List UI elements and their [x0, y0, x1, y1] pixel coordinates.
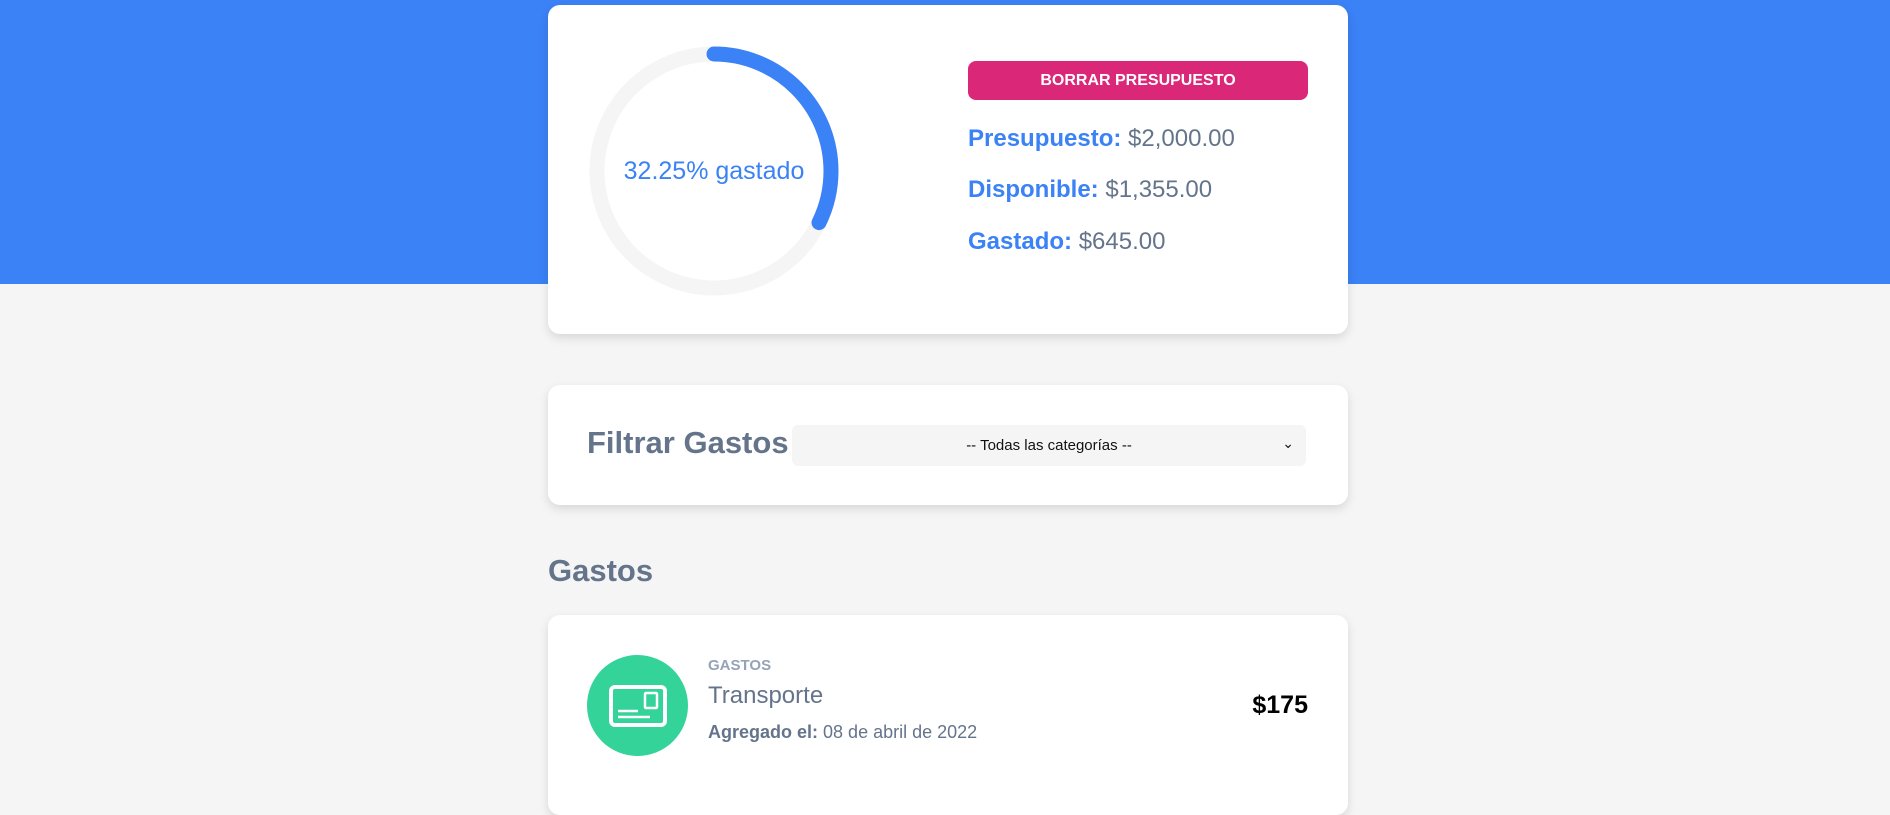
expense-date-label: Agregado el: [708, 722, 819, 742]
budget-stat: Presupuesto: $2,000.00 [968, 125, 1235, 153]
expense-name: Transporte [708, 682, 824, 709]
budget-progress-circle: 32.25% gastado [586, 43, 842, 299]
spent-stat: Gastado: $645.00 [968, 228, 1165, 256]
available-stat: Disponible: $1,355.00 [968, 176, 1212, 204]
progress-label: 32.25% gastado [623, 156, 805, 185]
expense-date-value: 08 de abril de 2022 [823, 722, 978, 742]
filter-card: Filtrar Gastos -- Todas las categorías -… [548, 385, 1348, 505]
reset-budget-button[interactable]: BORRAR PRESUPUESTO [968, 61, 1308, 100]
category-filter-select[interactable]: -- Todas las categorías -- ⌄ [792, 425, 1306, 466]
expense-amount: $175 [1252, 691, 1308, 719]
category-filter-value: -- Todas las categorías -- [966, 437, 1132, 454]
expense-category: GASTOS [708, 657, 772, 674]
expense-item[interactable]: GASTOS Transporte Agregado el: 08 de abr… [548, 615, 1348, 815]
card-icon [587, 655, 688, 756]
budget-stat-value: $2,000.00 [1128, 125, 1235, 152]
chevron-down-icon: ⌄ [1282, 435, 1294, 451]
expense-date: Agregado el: 08 de abril de 2022 [708, 722, 977, 743]
filter-title: Filtrar Gastos [587, 425, 789, 460]
available-stat-value: $1,355.00 [1105, 176, 1213, 203]
budget-stat-label: Presupuesto: [968, 125, 1122, 152]
available-stat-label: Disponible: [968, 176, 1099, 203]
budget-card: 32.25% gastado BORRAR PRESUPUESTO Presup… [548, 5, 1348, 334]
expenses-title: Gastos [548, 553, 654, 588]
spent-stat-value: $645.00 [1078, 228, 1166, 255]
spent-stat-label: Gastado: [968, 228, 1073, 255]
